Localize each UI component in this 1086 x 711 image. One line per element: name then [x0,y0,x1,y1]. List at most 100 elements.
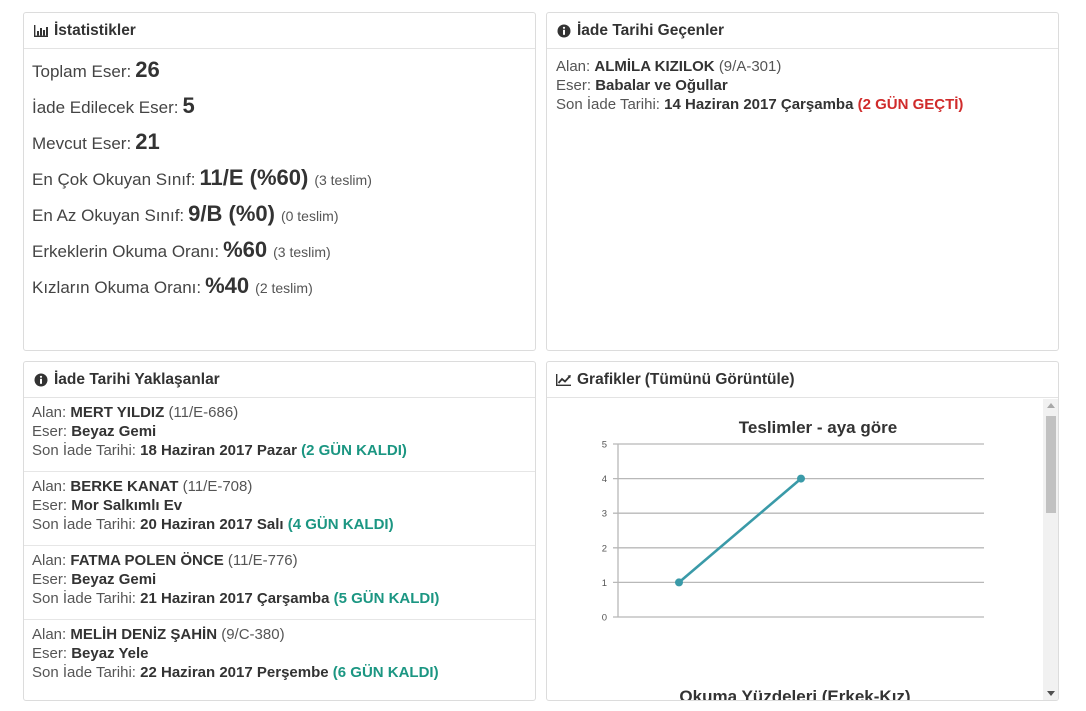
book-label: Eser: [32,423,68,440]
charts-title: Grafikler [577,370,641,388]
member-label: Alan: [32,404,67,421]
stat-label: Erkeklerin Okuma Oranı: [32,242,220,261]
entry-book-line: Eser: Beyaz Yele [32,644,527,663]
entry-book-line: Eser: Beyaz Gemi [32,570,527,589]
chart-scrollbar[interactable] [1043,399,1058,700]
member-code: (11/E-776) [227,552,298,569]
due-date-label: Son İade Tarihi: [32,442,136,459]
member-name: ALMİLA KIZILOK [594,58,715,75]
y-tick-label: 5 [602,440,607,451]
book-title: Mor Salkımlı Ev [71,497,183,514]
stats-header: İstatistikler [24,13,535,49]
book-label: Eser: [32,497,68,514]
chart-scroll-area[interactable]: Teslimler - aya göre 0 1 2 3 4 5 Okuma Yüzdele… [547,399,1043,700]
entry-book-line: Eser: Mor Salkımlı Ev [32,496,527,515]
series-line [678,477,802,584]
entry-member-line: Alan: FATMA POLEN ÖNCE (11/E-776) [32,551,527,570]
loan-entry: Alan: MERT YILDIZ (11/E-686) Eser: Beyaz … [24,398,535,472]
stat-row: İade Edilecek Eser: 5 [32,93,527,129]
entry-member-line: Alan: BERKE KANAT (11/E-708) [32,477,527,496]
loan-entry: Alan: FATMA POLEN ÖNCE (11/E-776) Eser: B… [24,546,535,620]
y-tick-label: 4 [602,474,607,485]
info-circle-icon [32,372,49,387]
stat-value: 11/E (%60) [199,165,309,190]
entry-book-line: Eser: Babalar ve Oğullar [556,76,1049,95]
stat-value: %60 [223,237,268,262]
stat-note: (2 teslim) [255,280,313,296]
due-status: (5 GÜN KALDI) [333,590,440,607]
due-date: 14 Haziran 2017 Çarşamba [664,96,854,113]
due-status: (6 GÜN KALDI) [332,664,439,681]
due-date-label: Son İade Tarihi: [32,664,136,681]
info-circle-icon [555,23,572,38]
entry-book-line: Eser: Beyaz Gemi [32,422,527,441]
stat-label: En Çok Okuyan Sınıf: [32,170,196,189]
stat-note: (0 teslim) [280,208,339,224]
entry-date-line: Son İade Tarihi: 18 Haziran 2017 Pazar (… [32,441,527,460]
member-label: Alan: [32,478,67,495]
stat-value: 26 [135,57,160,82]
book-label: Eser: [32,645,68,662]
stat-label: Toplam Eser: [32,62,132,81]
member-label: Alan: [32,626,67,643]
stat-value: 21 [135,129,160,154]
loan-entry: Alan: ALMİLA KIZILOK (9/A-301) Eser: Baba… [547,49,1058,120]
stat-row: Kızların Okuma Oranı: %40 (2 teslim) [32,273,527,309]
scroll-down-arrow-icon[interactable] [1047,691,1055,696]
book-title: Beyaz Gemi [71,423,157,440]
stat-value: 9/B (%0) [188,201,275,226]
due-status: (2 GÜN GEÇTİ) [857,96,964,113]
data-point[interactable] [675,578,683,587]
member-code: (9/A-301) [718,58,782,75]
entry-date-line: Son İade Tarihi: 20 Haziran 2017 Salı (4… [32,515,527,534]
due-date-label: Son İade Tarihi: [32,516,136,533]
stat-row: Mevcut Eser: 21 [32,129,527,165]
stat-row: Toplam Eser: 26 [32,57,527,93]
charts-header: Grafikler (Tümünü Görüntüle) [547,362,1058,398]
overdue-panel: İade Tarihi Geçenler Alan: ALMİLA KIZILO… [546,12,1059,351]
charts-panel: Grafikler (Tümünü Görüntüle) Teslimler -… [546,361,1059,701]
data-point[interactable] [797,474,805,483]
due-date: 20 Haziran 2017 Salı [140,516,284,533]
loan-entry: Alan: BERKE KANAT (11/E-708) Eser: Mor Sa… [24,472,535,546]
book-title: Beyaz Yele [71,645,149,662]
scrollbar-thumb[interactable] [1046,416,1056,513]
stat-row: En Çok Okuyan Sınıf: 11/E (%60) (3 teslim) [32,165,527,201]
book-label: Eser: [32,571,68,588]
due-date: 21 Haziran 2017 Çarşamba [140,590,330,607]
overdue-list: Alan: ALMİLA KIZILOK (9/A-301) Eser: Baba… [547,49,1058,120]
entry-member-line: Alan: MELİH DENİZ ŞAHİN (9/C-380) [32,625,527,644]
bar-chart-icon [32,23,49,38]
stat-value: %40 [205,273,250,298]
upcoming-list: Alan: MERT YILDIZ (11/E-686) Eser: Beyaz … [24,398,535,694]
due-date-label: Son İade Tarihi: [556,96,660,113]
stat-label: Mevcut Eser: [32,134,132,153]
entry-date-line: Son İade Tarihi: 14 Haziran 2017 Çarşamb… [556,95,1049,114]
stat-row: En Az Okuyan Sınıf: 9/B (%0) (0 teslim) [32,201,527,237]
member-name: MERT YILDIZ [70,404,165,421]
view-all-link[interactable]: (Tümünü Görüntüle) [645,371,795,389]
member-label: Alan: [556,58,591,75]
book-title: Beyaz Gemi [71,571,157,588]
due-date: 22 Haziran 2017 Perşembe [140,664,329,681]
stat-label: En Az Okuyan Sınıf: [32,206,185,225]
stat-row: Erkeklerin Okuma Oranı: %60 (3 teslim) [32,237,527,273]
book-label: Eser: [556,77,592,94]
stats-title: İstatistikler [54,21,136,39]
member-name: FATMA POLEN ÖNCE [70,552,224,569]
member-code: (9/C-380) [221,626,285,643]
chart-title: Teslimler - aya göre [739,418,897,437]
stat-value: 5 [182,93,195,118]
member-name: BERKE KANAT [70,478,179,495]
stat-label: Kızların Okuma Oranı: [32,278,202,297]
y-tick-label: 1 [602,578,607,589]
stat-note: (3 teslim) [273,244,331,260]
due-date: 18 Haziran 2017 Pazar [140,442,297,459]
member-code: (11/E-708) [182,478,253,495]
entry-date-line: Son İade Tarihi: 22 Haziran 2017 Perşemb… [32,663,527,682]
due-status: (4 GÜN KALDI) [287,516,394,533]
upcoming-header: İade Tarihi Yaklaşanlar [24,362,535,398]
scroll-up-arrow-icon[interactable] [1047,403,1055,408]
line-chart-icon [555,372,572,387]
member-label: Alan: [32,552,67,569]
